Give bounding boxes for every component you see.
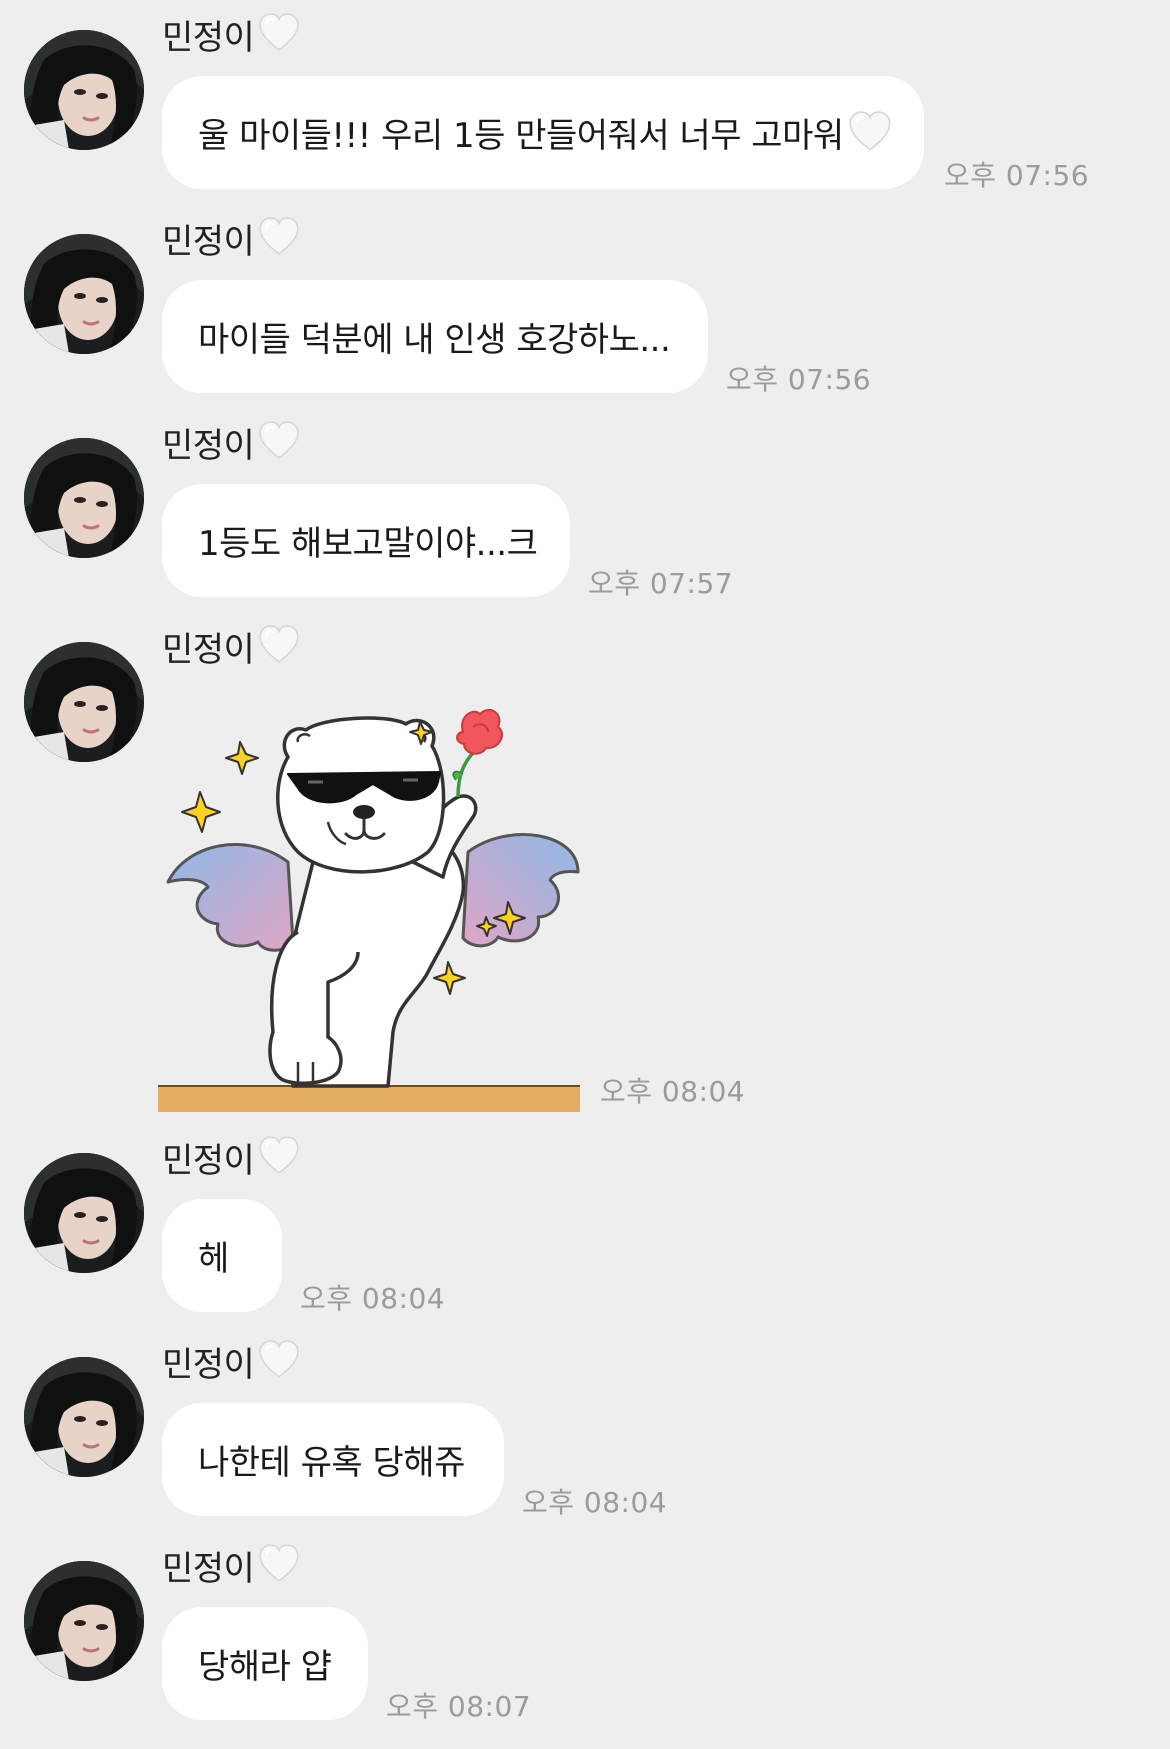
message-text: 당해라 얍 (198, 1647, 332, 1687)
message-bubble[interactable]: 나한테 유혹 당해쥬 (162, 1403, 504, 1516)
sender-name-row: 민정이 (162, 1133, 300, 1181)
message-bubble[interactable]: 당해라 얍 (162, 1607, 368, 1720)
sender-name: 민정이 (162, 221, 255, 262)
avatar[interactable] (24, 1153, 144, 1273)
white-heart-icon (844, 111, 892, 155)
sender-name-row: 민정이 (162, 418, 300, 466)
message-bubble[interactable]: 1등도 해보고말이야...크 (162, 484, 570, 597)
white-heart-icon (258, 217, 300, 259)
sender-name: 민정이 (162, 1140, 255, 1181)
message-timestamp: 오후 08:07 (386, 1690, 532, 1723)
message-bubble[interactable]: 마이들 덕분에 내 인생 호강하노... (162, 280, 708, 393)
message-text: 나한테 유혹 당해쥬 (198, 1443, 465, 1483)
avatar[interactable] (24, 1357, 144, 1477)
message-timestamp: 오후 07:57 (588, 567, 734, 600)
message-timestamp: 오후 07:56 (726, 363, 872, 396)
white-heart-icon (258, 1340, 300, 1382)
sender-name-row: 민정이 (162, 10, 300, 58)
message-text: 1등도 해보고말이야...크 (198, 524, 538, 564)
chat-screen: { "sender": { "name": "민정이", "name_emoji… (0, 0, 1170, 1749)
sender-name-row: 민정이 (162, 214, 300, 262)
message-text: 마이들 덕분에 내 인생 호강하노... (198, 320, 671, 360)
white-heart-icon (258, 421, 300, 463)
message-bubble[interactable]: 헤 (162, 1199, 282, 1312)
sender-name: 민정이 (162, 1344, 255, 1385)
message-timestamp: 오후 08:04 (600, 1075, 746, 1108)
sender-name: 민정이 (162, 425, 255, 466)
sender-name: 민정이 (162, 1548, 255, 1589)
message-timestamp: 오후 08:04 (522, 1486, 668, 1519)
message-timestamp: 오후 08:04 (300, 1282, 446, 1315)
avatar[interactable] (24, 642, 144, 762)
white-heart-icon (258, 625, 300, 667)
bear-angel-sunglasses-rose-sticker[interactable] (158, 702, 580, 1112)
message-text: 헤 (198, 1239, 229, 1279)
message-text: 울 마이들!!! 우리 1등 만들어줘서 너무 고마워 (198, 116, 844, 156)
sender-name-row: 민정이 (162, 1337, 300, 1385)
avatar[interactable] (24, 1561, 144, 1681)
white-heart-icon (258, 13, 300, 55)
sender-name-row: 민정이 (162, 622, 300, 670)
avatar[interactable] (24, 30, 144, 150)
message-bubble[interactable]: 울 마이들!!! 우리 1등 만들어줘서 너무 고마워 (162, 76, 924, 189)
avatar[interactable] (24, 234, 144, 354)
sender-name: 민정이 (162, 629, 255, 670)
sender-name: 민정이 (162, 17, 255, 58)
avatar[interactable] (24, 438, 144, 558)
white-heart-icon (258, 1136, 300, 1178)
sender-name-row: 민정이 (162, 1541, 300, 1589)
message-timestamp: 오후 07:56 (944, 159, 1090, 192)
white-heart-icon (258, 1544, 300, 1586)
